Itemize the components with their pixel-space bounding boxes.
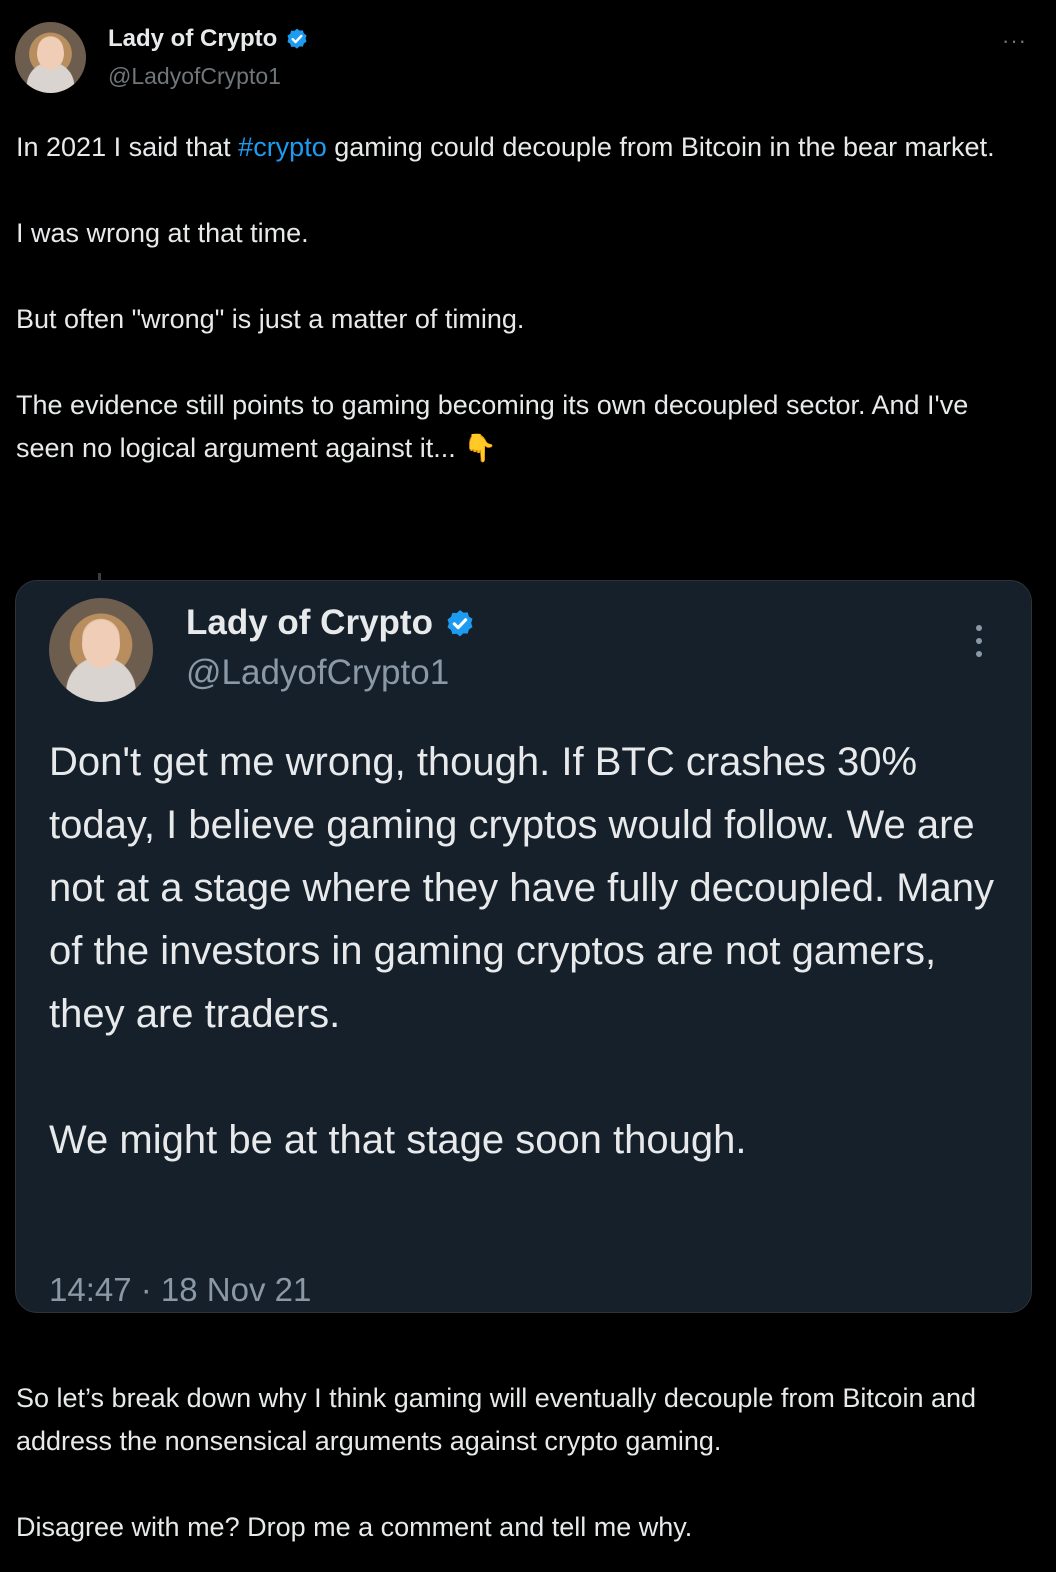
author-name[interactable]: Lady of Crypto — [108, 25, 310, 53]
more-options-icon[interactable]: ··· — [1002, 28, 1027, 54]
more-vertical-icon[interactable] — [973, 623, 985, 659]
tweet-paragraph: Disagree with me? Drop me a comment and … — [16, 1512, 693, 1542]
tweet-paragraph: But often "wrong" is just a matter of ti… — [16, 304, 525, 334]
tweet-paragraph: I was wrong at that time. — [16, 218, 309, 248]
quoted-timestamp[interactable]: 14:47 · 18 Nov 21 — [49, 1271, 311, 1309]
quoted-tweet-body: Don't get me wrong, though. If BTC crash… — [49, 731, 1009, 1172]
quoted-author-handle[interactable]: @LadyofCrypto1 — [186, 653, 449, 693]
author-avatar[interactable] — [15, 22, 86, 93]
quoted-paragraph: Don't get me wrong, though. If BTC crash… — [49, 740, 995, 1036]
quoted-author-name-text[interactable]: Lady of Crypto — [186, 603, 433, 642]
verified-badge-icon — [447, 609, 473, 637]
tweet-paragraph: So let’s break down why I think gaming w… — [16, 1383, 977, 1456]
quoted-tweet-card[interactable]: Lady of Crypto @LadyofCrypto1 Don't get … — [15, 580, 1032, 1313]
quoted-author-name[interactable]: Lady of Crypto — [186, 603, 477, 643]
hashtag-link[interactable]: #crypto — [238, 132, 327, 162]
quoted-author-avatar[interactable] — [49, 598, 153, 702]
author-name-text[interactable]: Lady of Crypto — [108, 25, 277, 52]
verified-badge-icon — [287, 28, 307, 49]
tweet-paragraph: In 2021 I said that #crypto gaming could… — [16, 132, 995, 162]
author-handle[interactable]: @LadyofCrypto1 — [108, 63, 281, 90]
tweet-body: In 2021 I said that #crypto gaming could… — [16, 126, 1026, 470]
tweet-paragraph: The evidence still points to gaming beco… — [16, 390, 969, 463]
quoted-paragraph: We might be at that stage soon though. — [49, 1118, 747, 1162]
tweet-closing: So let’s break down why I think gaming w… — [16, 1377, 1026, 1549]
